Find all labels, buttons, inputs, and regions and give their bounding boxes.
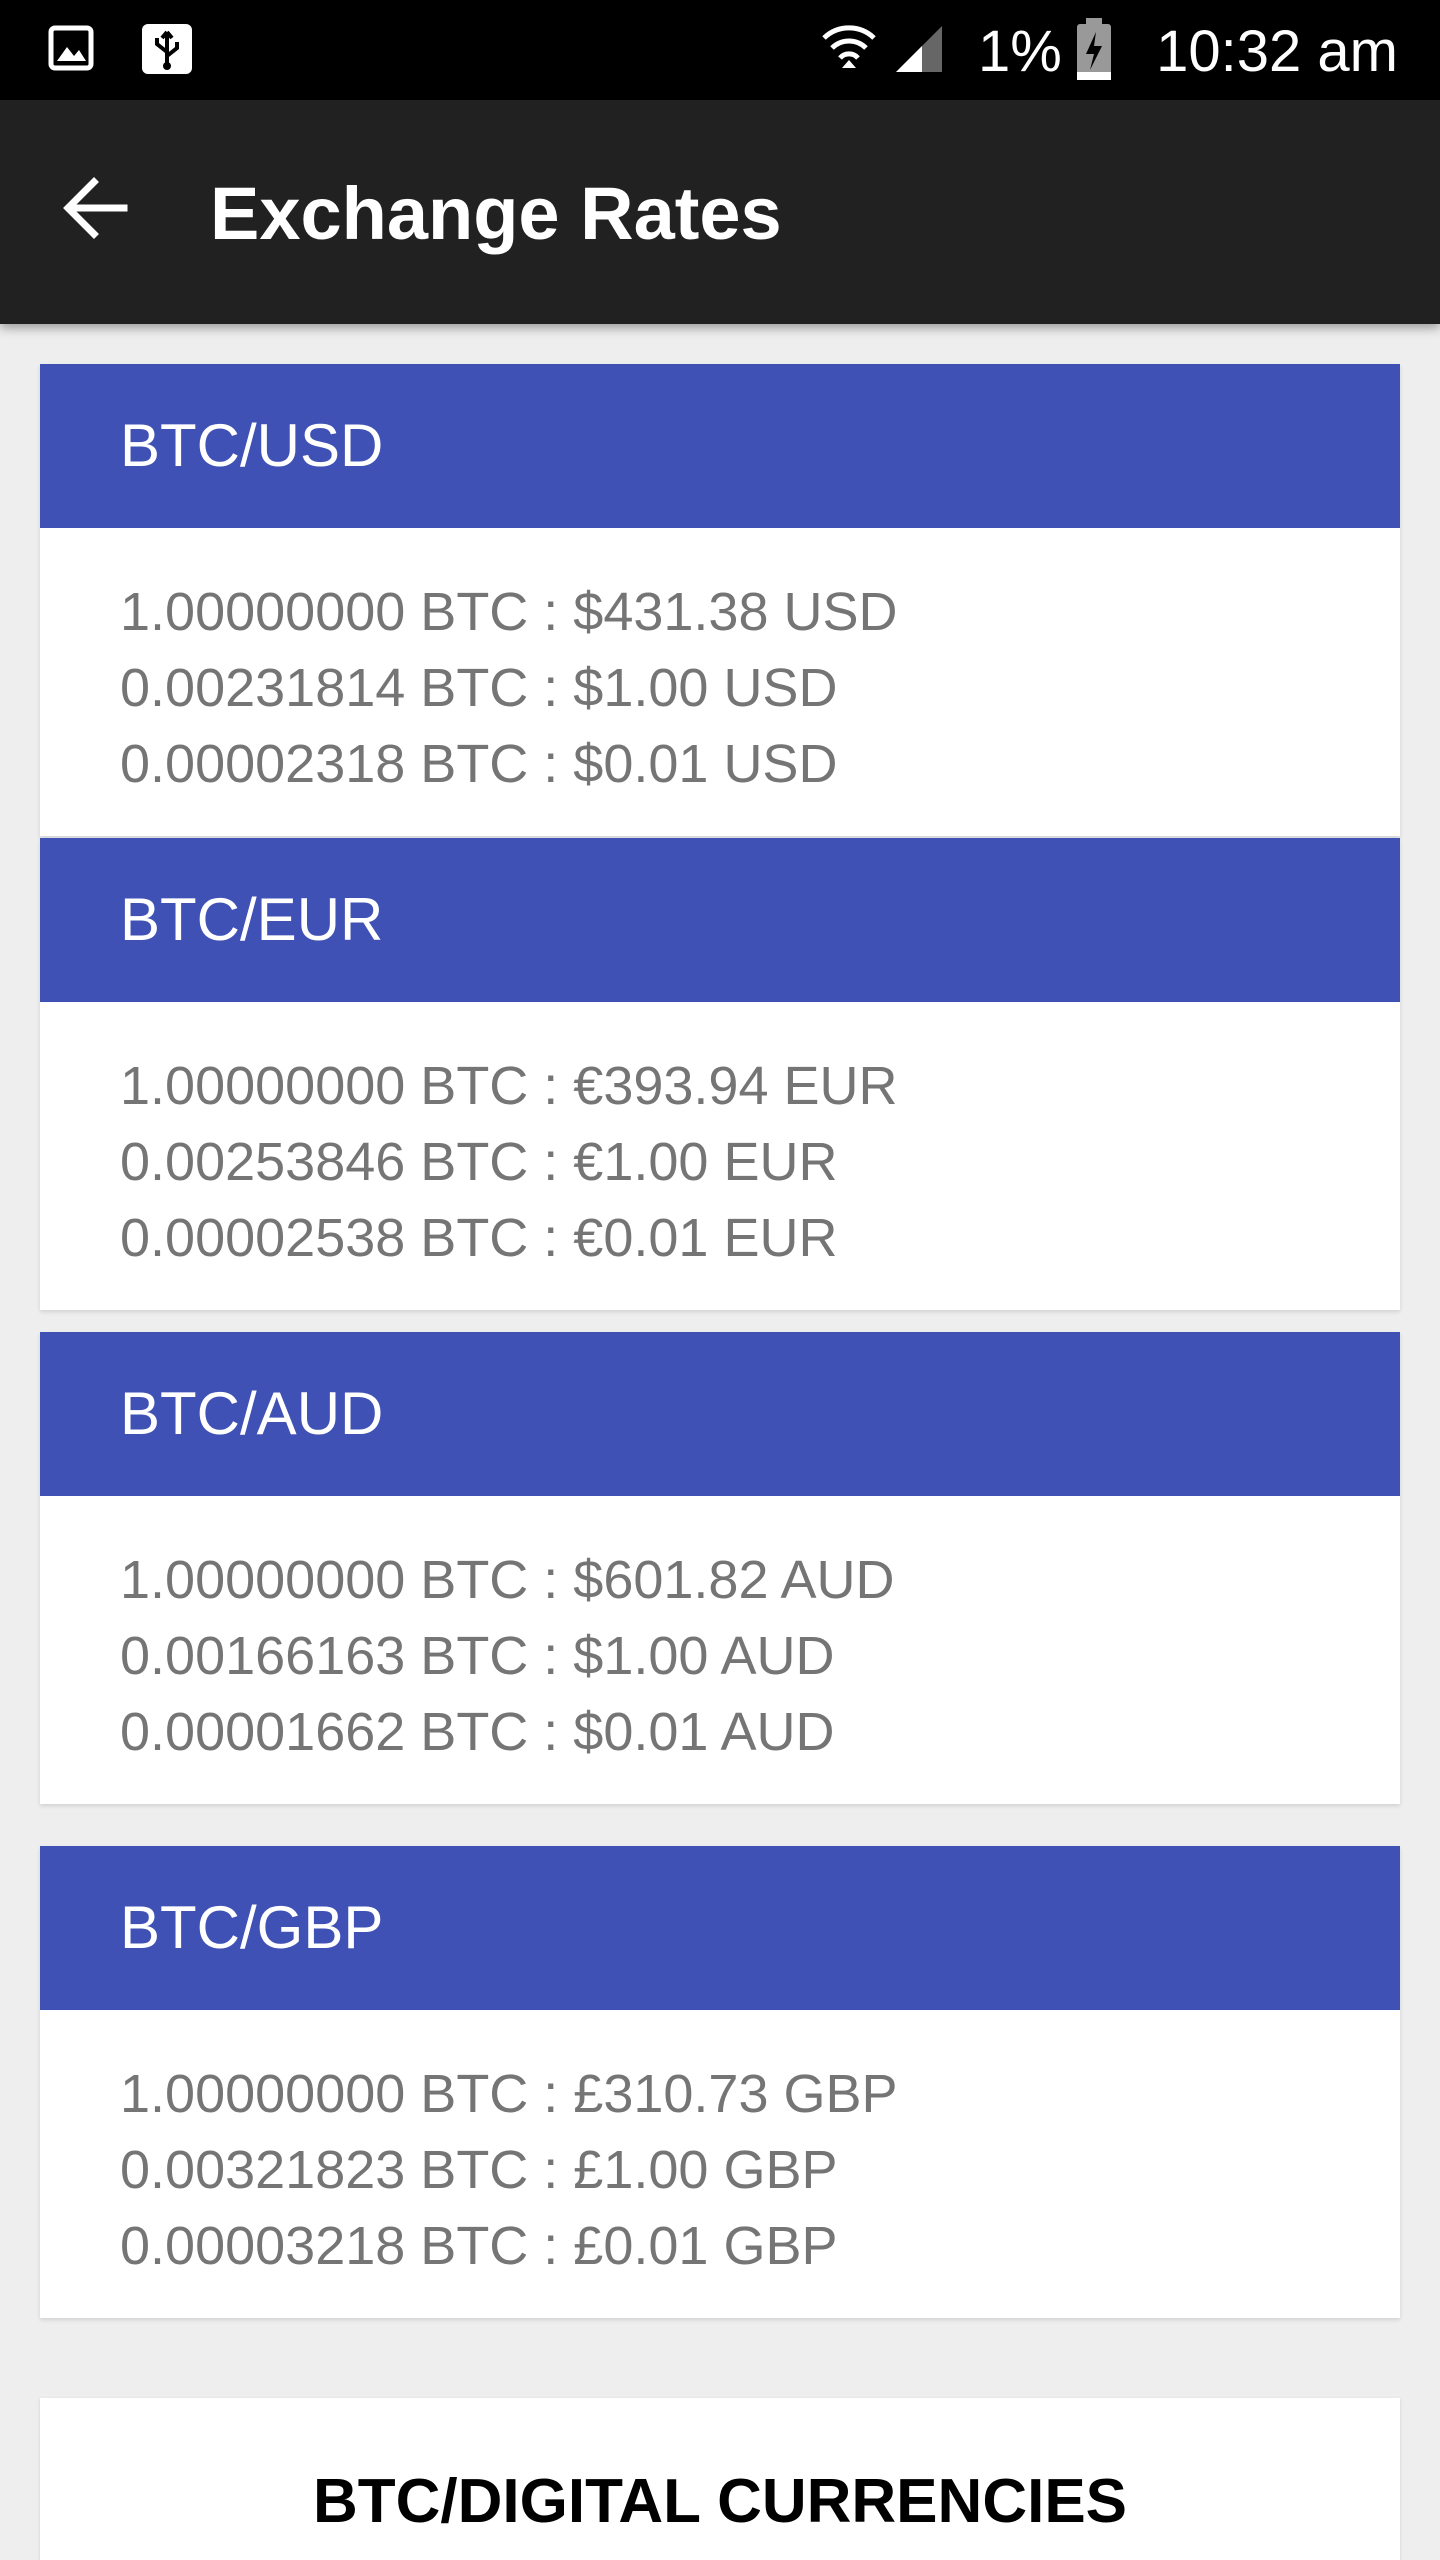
digital-currencies-card[interactable]: BTC/DIGITAL CURRENCIES (40, 2398, 1400, 2560)
rate-line: 1.00000000 BTC : £310.73 GBP (120, 2064, 898, 2124)
rate-card-btc-aud: BTC/AUD 1.00000000 BTC : $601.82 AUD 0.0… (40, 1332, 1400, 1804)
rate-line: 0.00002318 BTC : $0.01 USD (120, 734, 838, 794)
rate-card-btc-eur: BTC/EUR 1.00000000 BTC : €393.94 EUR 0.0… (40, 838, 1400, 1310)
page-title: Exchange Rates (210, 172, 782, 255)
card-body: 1.00000000 BTC : £310.73 GBP 0.00321823 … (40, 2010, 1400, 2318)
card-header: BTC/EUR (40, 838, 1400, 1002)
rate-card-btc-gbp: BTC/GBP 1.00000000 BTC : £310.73 GBP 0.0… (40, 1846, 1400, 2318)
usb-icon (142, 24, 192, 74)
rate-line: 0.00001662 BTC : $0.01 AUD (120, 1702, 835, 1762)
back-arrow-icon (63, 177, 128, 239)
card-header: BTC/USD (40, 364, 1400, 528)
rate-line: 1.00000000 BTC : $431.38 USD (120, 582, 898, 642)
signal-icon (896, 26, 942, 72)
clock: 10:32 am (1156, 19, 1398, 84)
rate-line: 0.00321823 BTC : £1.00 GBP (120, 2140, 838, 2200)
card-body: 1.00000000 BTC : $431.38 USD 0.00231814 … (40, 528, 1400, 836)
back-button[interactable] (40, 152, 152, 264)
rate-line: 0.00231814 BTC : $1.00 USD (120, 658, 838, 718)
app-bar: Exchange Rates (0, 100, 1440, 324)
wifi-icon (822, 25, 876, 68)
rate-line: 1.00000000 BTC : $601.82 AUD (120, 1550, 895, 1610)
rate-card-btc-usd: BTC/USD 1.00000000 BTC : $431.38 USD 0.0… (40, 364, 1400, 836)
rate-line: 1.00000000 BTC : €393.94 EUR (120, 1056, 898, 1116)
card-body: 1.00000000 BTC : €393.94 EUR 0.00253846 … (40, 1002, 1400, 1310)
image-icon (48, 25, 94, 71)
card-body: 1.00000000 BTC : $601.82 AUD 0.00166163 … (40, 1496, 1400, 1804)
status-bar: 1% 10:32 am (0, 0, 1440, 100)
battery-charging-icon (1077, 18, 1111, 80)
rate-line: 0.00003218 BTC : £0.01 GBP (120, 2216, 838, 2276)
card-header: BTC/GBP (40, 1846, 1400, 2010)
card-header: BTC/AUD (40, 1332, 1400, 1496)
digital-currencies-title: BTC/DIGITAL CURRENCIES (312, 2467, 1128, 2536)
rate-line: 0.00166163 BTC : $1.00 AUD (120, 1626, 835, 1686)
rate-line: 0.00253846 BTC : €1.00 EUR (120, 1132, 838, 1192)
rate-line: 0.00002538 BTC : €0.01 EUR (120, 1208, 838, 1268)
battery-percent: 1% (978, 19, 1062, 84)
